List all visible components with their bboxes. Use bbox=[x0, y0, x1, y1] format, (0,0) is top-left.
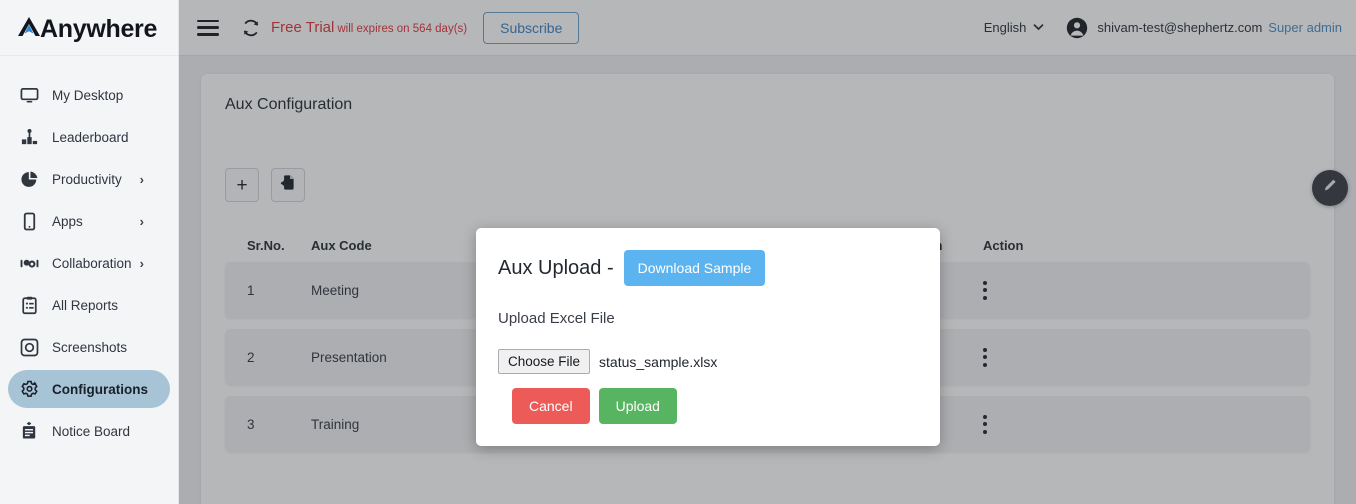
sidebar-item-apps[interactable]: Apps › bbox=[8, 202, 170, 240]
gear-icon bbox=[18, 378, 40, 400]
sidebar-item-leaderboard[interactable]: Leaderboard bbox=[8, 118, 170, 156]
sidebar-item-label: Apps bbox=[52, 213, 83, 229]
sidebar-item-notice-board[interactable]: Notice Board bbox=[8, 412, 170, 450]
sidebar-item-label: Notice Board bbox=[52, 423, 131, 439]
chevron-right-icon: › bbox=[139, 255, 144, 271]
brand-name: Anywhere bbox=[40, 15, 158, 43]
sidebar-item-productivity[interactable]: Productivity › bbox=[8, 160, 170, 198]
brand-logo[interactable]: Anywhere bbox=[0, 0, 178, 56]
upload-button[interactable]: Upload bbox=[598, 388, 677, 424]
notice-board-icon bbox=[18, 420, 40, 442]
sidebar-item-label: Productivity bbox=[52, 171, 122, 187]
sidebar: Anywhere My Desktop Leaderboard Producti… bbox=[0, 0, 179, 504]
sidebar-nav: My Desktop Leaderboard Productivity › Ap… bbox=[0, 56, 178, 450]
choose-file-button[interactable]: Choose File bbox=[498, 349, 591, 374]
modal-action-buttons: Cancel Upload bbox=[512, 388, 940, 424]
sidebar-item-label: Collaboration bbox=[52, 255, 132, 271]
sidebar-item-label: All Reports bbox=[52, 297, 119, 313]
sidebar-item-all-reports[interactable]: All Reports bbox=[8, 286, 170, 324]
sidebar-item-label: Screenshots bbox=[52, 339, 128, 355]
sidebar-item-configurations[interactable]: Configurations bbox=[8, 370, 170, 408]
sidebar-item-my-desktop[interactable]: My Desktop bbox=[8, 76, 170, 114]
chevron-right-icon: › bbox=[139, 171, 144, 187]
cancel-button[interactable]: Cancel bbox=[512, 388, 590, 424]
chevron-right-icon: › bbox=[139, 213, 144, 229]
camera-icon bbox=[18, 336, 40, 358]
sidebar-item-label: Configurations bbox=[52, 381, 148, 397]
sidebar-item-screenshots[interactable]: Screenshots bbox=[8, 328, 170, 366]
sidebar-item-collaboration[interactable]: Collaboration › bbox=[8, 244, 170, 282]
modal-title: Aux Upload - bbox=[498, 256, 614, 279]
leaderboard-icon bbox=[18, 126, 40, 148]
anywhere-logo-icon bbox=[16, 14, 42, 40]
pie-chart-icon bbox=[18, 168, 40, 190]
clipboard-icon bbox=[18, 294, 40, 316]
download-sample-button[interactable]: Download Sample bbox=[623, 250, 766, 286]
modal-header: Aux Upload - Download Sample bbox=[498, 250, 940, 286]
sidebar-item-label: Leaderboard bbox=[52, 129, 129, 145]
file-input-row: Choose File status_sample.xlsx bbox=[498, 349, 940, 374]
monitor-icon bbox=[18, 84, 40, 106]
mobile-icon bbox=[18, 210, 40, 232]
collaboration-icon bbox=[18, 252, 40, 274]
app-root: Anywhere My Desktop Leaderboard Producti… bbox=[0, 0, 1356, 504]
selected-file-name: status_sample.xlsx bbox=[599, 353, 718, 370]
aux-upload-modal: Aux Upload - Download Sample Upload Exce… bbox=[476, 228, 940, 446]
upload-excel-file-label: Upload Excel File bbox=[498, 310, 615, 327]
sidebar-item-label: My Desktop bbox=[52, 87, 124, 103]
